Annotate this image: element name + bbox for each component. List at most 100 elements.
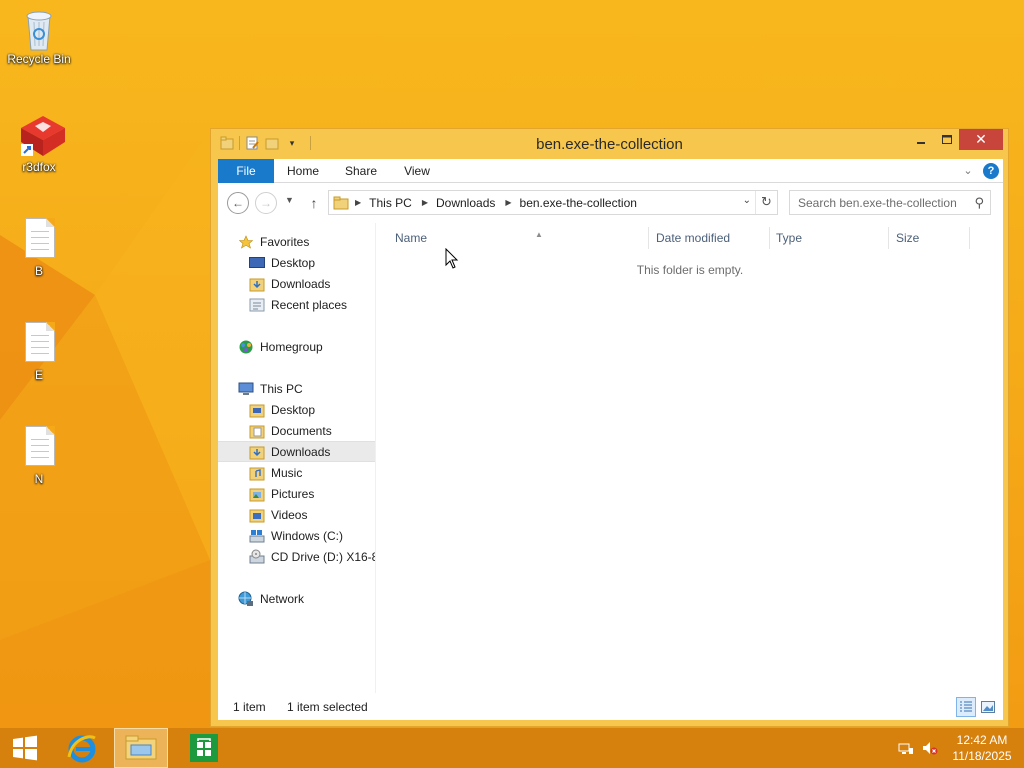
search-icon[interactable]: ⚲ xyxy=(974,195,984,211)
chevron-right-icon[interactable]: ▶ xyxy=(422,198,428,207)
expand-ribbon-chevron-icon[interactable]: ⌄ xyxy=(961,164,975,178)
chevron-right-icon[interactable]: ▶ xyxy=(355,198,361,207)
tab-home[interactable]: Home xyxy=(278,159,328,183)
chevron-right-icon[interactable]: ▶ xyxy=(505,198,511,207)
nav-label: Documents xyxy=(271,423,332,438)
column-header-type[interactable]: Type xyxy=(776,227,889,249)
nav-this-pc[interactable]: This PC xyxy=(218,378,375,399)
nav-label: This PC xyxy=(260,381,303,396)
nav-this-pc-desktop[interactable]: Desktop xyxy=(218,399,375,420)
nav-favorites-downloads[interactable]: Downloads xyxy=(218,273,375,294)
search-input[interactable] xyxy=(790,191,968,214)
music-folder-icon xyxy=(249,465,265,481)
network-icon xyxy=(238,591,254,607)
nav-homegroup[interactable]: Homegroup xyxy=(218,336,375,357)
forward-arrow-icon: → xyxy=(260,196,272,210)
large-icons-view-icon xyxy=(981,701,995,713)
close-button[interactable]: ✕ xyxy=(959,129,1003,150)
recycle-bin-icon xyxy=(19,6,59,51)
nav-label: Videos xyxy=(271,507,308,522)
nav-label: Desktop xyxy=(271,255,316,270)
desktop-icon-r3dfox[interactable]: r3dfox xyxy=(1,114,77,174)
address-bar[interactable]: ▶ This PC ▶ Downloads ▶ ben.exe-the-coll… xyxy=(328,190,778,215)
internet-explorer-icon xyxy=(67,735,96,763)
title-bar[interactable]: ▾ ben.exe-the-collection ✕ xyxy=(211,129,1008,159)
nav-this-pc-videos[interactable]: Videos xyxy=(218,504,375,525)
system-clock[interactable]: 12:42 AM 11/18/2025 xyxy=(944,732,1020,764)
nav-label: Windows (C:) xyxy=(271,528,344,543)
desktop-icon-label: E xyxy=(34,368,43,382)
nav-favorites-recent-places[interactable]: Recent places xyxy=(218,294,375,315)
column-header-size[interactable]: Size xyxy=(896,227,970,249)
minimize-button[interactable] xyxy=(908,129,934,150)
nav-favorites-desktop[interactable]: Desktop xyxy=(218,252,375,273)
tab-share[interactable]: Share xyxy=(336,159,386,183)
empty-folder-message: This folder is empty. xyxy=(636,263,744,277)
nav-this-pc-music[interactable]: Music xyxy=(218,462,375,483)
taskbar-internet-explorer[interactable] xyxy=(58,728,106,768)
tab-file[interactable]: File xyxy=(218,159,274,183)
breadcrumb-downloads[interactable]: Downloads xyxy=(436,196,495,210)
volume-muted-icon[interactable] xyxy=(920,728,940,768)
sort-ascending-icon: ▲ xyxy=(535,230,543,239)
desktop-icon-n[interactable]: N xyxy=(1,426,77,486)
nav-favorites[interactable]: Favorites xyxy=(218,231,375,252)
start-button[interactable] xyxy=(0,728,50,768)
breadcrumb: ▶ This PC ▶ Downloads ▶ ben.exe-the-coll… xyxy=(355,191,637,214)
nav-label: Music xyxy=(271,465,303,480)
close-icon: ✕ xyxy=(975,131,987,147)
file-list[interactable]: Name ▲ Date modified Type Size This fold… xyxy=(377,223,1003,693)
status-bar: 1 item 1 item selected xyxy=(218,693,1003,720)
navigation-pane: Favorites Desktop Downloads Recent place… xyxy=(218,223,376,693)
desktop-icon-b[interactable]: B xyxy=(1,218,77,278)
item-count: 1 item xyxy=(233,700,266,714)
up-arrow-icon[interactable]: ↑ xyxy=(305,192,323,214)
downloads-folder-icon xyxy=(249,276,265,292)
explorer-window: ▾ ben.exe-the-collection ✕ File Home Sha… xyxy=(210,128,1009,727)
nav-this-pc-downloads[interactable]: Downloads xyxy=(218,441,375,462)
back-button[interactable]: ← xyxy=(227,192,249,214)
breadcrumb-current-folder[interactable]: ben.exe-the-collection xyxy=(520,196,637,210)
network-tray-icon[interactable] xyxy=(896,728,916,768)
r3dfox-app-icon xyxy=(19,114,65,158)
breadcrumb-this-pc[interactable]: This PC xyxy=(369,196,412,210)
nav-network[interactable]: Network xyxy=(218,588,375,609)
nav-this-pc-cd-drive[interactable]: CD Drive (D:) X16-81 xyxy=(218,546,375,567)
videos-folder-icon xyxy=(249,507,265,523)
nav-this-pc-windows-c[interactable]: Windows (C:) xyxy=(218,525,375,546)
back-arrow-icon: ← xyxy=(232,196,244,210)
nav-label: Network xyxy=(260,591,305,606)
help-icon[interactable]: ? xyxy=(983,163,999,179)
details-view-button[interactable] xyxy=(956,697,976,717)
windows-logo-icon xyxy=(13,735,37,761)
window-body: File Home Share View ⌄ ? ← → ▼ ↑ ▶ This … xyxy=(218,159,1003,720)
column-header-date-modified[interactable]: Date modified xyxy=(656,227,770,249)
maximize-button[interactable] xyxy=(934,129,960,150)
nav-this-pc-documents[interactable]: Documents xyxy=(218,420,375,441)
document-icon xyxy=(19,322,59,366)
tab-view[interactable]: View xyxy=(392,159,442,183)
forward-button[interactable]: → xyxy=(255,192,277,214)
documents-folder-icon xyxy=(249,423,265,439)
homegroup-icon xyxy=(238,339,254,355)
taskbar-store[interactable] xyxy=(178,728,230,768)
nav-label: Pictures xyxy=(271,486,315,501)
navigation-bar: ← → ▼ ↑ ▶ This PC ▶ Downloads ▶ ben.exe-… xyxy=(218,183,1003,223)
search-box[interactable]: ⚲ xyxy=(789,190,991,215)
desktop-icon-e[interactable]: E xyxy=(1,322,77,382)
desktop-icon-label: Recycle Bin xyxy=(7,52,71,66)
nav-label: Desktop xyxy=(271,402,316,417)
desktop-icon-recycle-bin[interactable]: Recycle Bin xyxy=(1,6,77,66)
large-icons-view-button[interactable] xyxy=(978,697,998,717)
cd-drive-icon xyxy=(249,549,265,565)
column-header-name[interactable]: Name ▲ xyxy=(395,227,649,249)
refresh-icon[interactable]: ↻ xyxy=(755,191,777,214)
desktop-icon xyxy=(249,255,265,271)
address-history-chevron-icon[interactable]: ⌄ xyxy=(743,195,751,206)
recent-locations-dropdown-icon[interactable]: ▼ xyxy=(285,195,294,205)
nav-this-pc-pictures[interactable]: Pictures xyxy=(218,483,375,504)
window-title: ben.exe-the-collection xyxy=(536,136,683,153)
mouse-cursor-icon xyxy=(445,247,459,273)
taskbar-file-explorer[interactable] xyxy=(114,728,168,768)
column-label: Name xyxy=(395,231,428,245)
